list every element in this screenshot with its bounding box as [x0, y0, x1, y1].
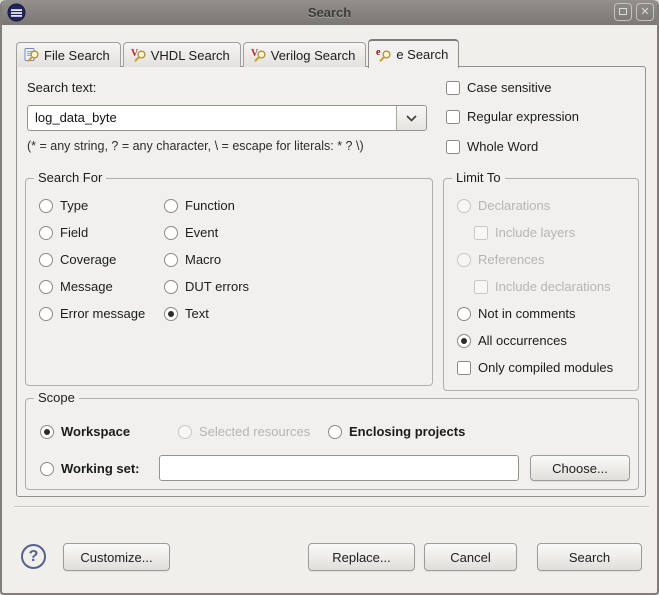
limit-to-legend: Limit To [452, 170, 505, 185]
tab-label: Verilog Search [270, 47, 356, 63]
footer-separator [14, 506, 649, 508]
scope-group: Scope Workspace Selected resources Enclo… [25, 390, 639, 490]
radio-message[interactable]: Message [39, 279, 113, 294]
working-set-radio[interactable] [40, 461, 54, 476]
radio-macro[interactable]: Macro [164, 252, 221, 267]
tab-e-search[interactable]: e e Search [368, 39, 460, 68]
limit-to-group: Limit To Declarations Include layers Ref… [443, 170, 639, 391]
combo-dropdown-button[interactable] [396, 106, 426, 130]
vhdl-search-icon: V [131, 48, 146, 62]
search-text-combo[interactable]: log_data_byte [27, 105, 427, 131]
regular-expression-checkbox[interactable] [446, 109, 460, 124]
include-declarations-checkbox [474, 279, 488, 294]
search-button[interactable]: Search [537, 543, 642, 571]
event-radio[interactable] [164, 225, 178, 240]
field-radio[interactable] [39, 225, 53, 240]
case-sensitive-label: Case sensitive [467, 80, 552, 95]
search-text-value[interactable]: log_data_byte [35, 110, 117, 125]
radio-not-in-comments[interactable]: Not in comments [457, 306, 576, 321]
cancel-button[interactable]: Cancel [424, 543, 517, 571]
radio-declarations: Declarations [457, 198, 550, 213]
regular-expression-label: Regular expression [467, 109, 580, 124]
close-icon: ✕ [640, 6, 650, 18]
type-radio[interactable] [39, 198, 53, 213]
radio-field[interactable]: Field [39, 225, 88, 240]
help-icon: ? [28, 547, 39, 565]
all-occurrences-radio[interactable] [457, 333, 471, 348]
whole-word-label: Whole Word [467, 139, 539, 154]
maximize-icon [619, 8, 627, 15]
case-sensitive-option[interactable]: Case sensitive [446, 80, 552, 95]
not-in-comments-radio[interactable] [457, 306, 471, 321]
help-button[interactable]: ? [21, 544, 46, 569]
search-for-group: Search For Type Field Coverage Message E… [25, 170, 433, 386]
radio-dut-errors[interactable]: DUT errors [164, 279, 249, 294]
checkbox-include-layers: Include layers [474, 225, 575, 240]
eclipse-logo-icon [7, 3, 26, 22]
choose-button[interactable]: Choose... [530, 455, 630, 481]
whole-word-option[interactable]: Whole Word [446, 139, 538, 154]
checkbox-include-declarations: Include declarations [474, 279, 611, 294]
customize-button[interactable]: Customize... [63, 543, 170, 571]
e-search-icon: e [376, 47, 391, 62]
function-radio[interactable] [164, 198, 178, 213]
maximize-button[interactable] [614, 3, 632, 21]
window-title: Search [307, 5, 352, 20]
radio-enclosing-projects[interactable]: Enclosing projects [328, 424, 465, 439]
enclosing-projects-radio[interactable] [328, 424, 342, 439]
working-set-input[interactable] [159, 455, 519, 481]
tab-vhdl-search[interactable]: V VHDL Search [122, 42, 241, 67]
svg-text:e: e [376, 47, 381, 58]
radio-text[interactable]: Text [164, 306, 209, 321]
dut-errors-radio[interactable] [164, 279, 178, 294]
tab-label: VHDL Search [150, 47, 230, 63]
file-search-icon [24, 48, 39, 62]
radio-all-occurrences[interactable]: All occurrences [457, 333, 567, 348]
close-button[interactable]: ✕ [636, 3, 654, 21]
checkbox-only-compiled-modules[interactable]: Only compiled modules [457, 360, 613, 375]
macro-radio[interactable] [164, 252, 178, 267]
wildcard-hint: (* = any string, ? = any character, \ = … [27, 139, 364, 153]
message-radio[interactable] [39, 279, 53, 294]
radio-function[interactable]: Function [164, 198, 235, 213]
chevron-down-icon [406, 114, 417, 122]
radio-coverage[interactable]: Coverage [39, 252, 116, 267]
scope-legend: Scope [34, 390, 79, 405]
radio-type[interactable]: Type [39, 198, 88, 213]
search-for-legend: Search For [34, 170, 107, 185]
search-dialog: Search ✕ File Search V VHDL Search V Ver… [0, 0, 659, 595]
search-text-label: Search text: [27, 80, 97, 95]
tab-label: File Search [44, 47, 110, 63]
radio-error-message[interactable]: Error message [39, 306, 145, 321]
include-layers-checkbox [474, 225, 488, 240]
radio-selected-resources: Selected resources [178, 424, 310, 439]
whole-word-checkbox[interactable] [446, 139, 460, 154]
replace-button[interactable]: Replace... [308, 543, 415, 571]
workspace-radio[interactable] [40, 424, 54, 439]
regular-expression-option[interactable]: Regular expression [446, 109, 579, 124]
radio-workspace[interactable]: Workspace [40, 424, 130, 439]
titlebar[interactable]: Search ✕ [2, 0, 657, 25]
coverage-radio[interactable] [39, 252, 53, 267]
verilog-search-icon: V [251, 48, 266, 62]
selected-resources-radio [178, 424, 192, 439]
case-sensitive-checkbox[interactable] [446, 80, 460, 95]
error-message-radio[interactable] [39, 306, 53, 321]
tab-verilog-search[interactable]: V Verilog Search [242, 42, 367, 67]
radio-event[interactable]: Event [164, 225, 218, 240]
tab-bar: File Search V VHDL Search V Verilog Sear… [16, 38, 461, 68]
declarations-radio [457, 198, 471, 213]
radio-working-set[interactable]: Working set: [40, 461, 140, 476]
e-search-panel: Search text: log_data_byte (* = any stri… [16, 66, 646, 497]
tab-label: e Search [396, 47, 449, 62]
text-radio[interactable] [164, 306, 178, 321]
only-compiled-modules-checkbox[interactable] [457, 360, 471, 375]
references-radio [457, 252, 471, 267]
radio-references: References [457, 252, 544, 267]
tab-file-search[interactable]: File Search [16, 42, 121, 67]
